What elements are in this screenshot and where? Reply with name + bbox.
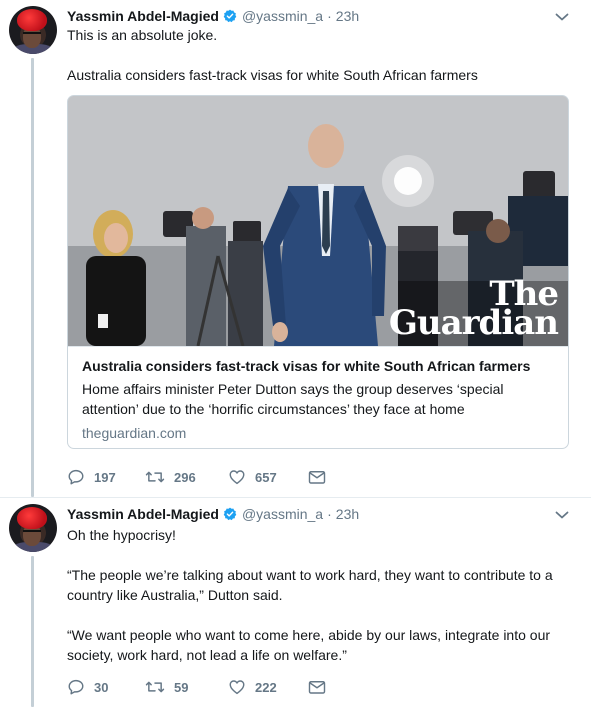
- retweet-icon: [145, 471, 165, 483]
- direct-message-button[interactable]: [308, 679, 326, 695]
- author-name[interactable]: Yassmin Abdel-Magied: [67, 7, 219, 25]
- reply-button[interactable]: 30: [67, 678, 145, 696]
- author-name[interactable]: Yassmin Abdel-Magied: [67, 505, 219, 523]
- tweet-header: Yassmin Abdel-Magied @yassmin_a · 23h: [67, 505, 359, 523]
- reply-icon: [68, 469, 84, 485]
- retweet-count: 296: [174, 469, 196, 485]
- tweet-actions: 197 296 657: [67, 468, 326, 486]
- chevron-down-icon[interactable]: [555, 12, 569, 22]
- thread-line: [31, 58, 34, 497]
- like-count: 657: [255, 469, 277, 485]
- tweet-header: Yassmin Abdel-Magied @yassmin_a · 23h: [67, 7, 359, 25]
- tweet-text: This is an absolute joke. Australia cons…: [67, 27, 478, 83]
- link-card[interactable]: The Guardian Australia considers fast-tr…: [67, 95, 569, 449]
- author-handle[interactable]: @yassmin_a: [242, 7, 323, 25]
- reply-count: 197: [94, 469, 116, 485]
- chevron-down-icon[interactable]: [555, 510, 569, 520]
- retweet-button[interactable]: 59: [145, 678, 228, 696]
- verified-badge-icon: [223, 9, 237, 23]
- like-count: 222: [255, 679, 277, 695]
- thread-line: [31, 556, 34, 707]
- guardian-logo: The Guardian: [388, 274, 559, 343]
- header-separator: ·: [327, 506, 332, 522]
- tweet-actions: 30 59 222: [67, 678, 326, 696]
- direct-message-button[interactable]: [308, 469, 326, 485]
- tweet-text: Oh the hypocrisy! “The people we’re talk…: [67, 527, 553, 663]
- like-button[interactable]: 222: [228, 678, 308, 696]
- retweet-button[interactable]: 296: [145, 468, 228, 486]
- retweet-count: 59: [174, 679, 189, 695]
- reply-icon: [68, 679, 84, 695]
- card-title: Australia considers fast-track visas for…: [82, 358, 531, 374]
- card-description: Home affairs minister Peter Dutton says …: [82, 381, 504, 417]
- avatar[interactable]: [9, 6, 57, 54]
- like-icon: [229, 470, 245, 485]
- direct-message-icon: [308, 471, 326, 484]
- verified-badge-icon: [223, 507, 237, 521]
- like-button[interactable]: 657: [228, 468, 308, 486]
- header-separator: ·: [327, 8, 332, 24]
- card-image: The Guardian: [68, 96, 568, 346]
- avatar[interactable]: [9, 504, 57, 552]
- card-domain: theguardian.com: [82, 425, 187, 441]
- direct-message-icon: [308, 681, 326, 694]
- tweet-timestamp[interactable]: 23h: [336, 7, 359, 25]
- tweet-2[interactable]: Yassmin Abdel-Magied @yassmin_a · 23h Oh…: [0, 498, 591, 707]
- tweet-1[interactable]: Yassmin Abdel-Magied @yassmin_a · 23h Th…: [0, 0, 591, 497]
- like-icon: [229, 680, 245, 695]
- tweet-timestamp[interactable]: 23h: [336, 505, 359, 523]
- reply-count: 30: [94, 679, 109, 695]
- card-body: Australia considers fast-track visas for…: [68, 346, 568, 448]
- author-handle[interactable]: @yassmin_a: [242, 505, 323, 523]
- reply-button[interactable]: 197: [67, 468, 145, 486]
- retweet-icon: [145, 681, 165, 693]
